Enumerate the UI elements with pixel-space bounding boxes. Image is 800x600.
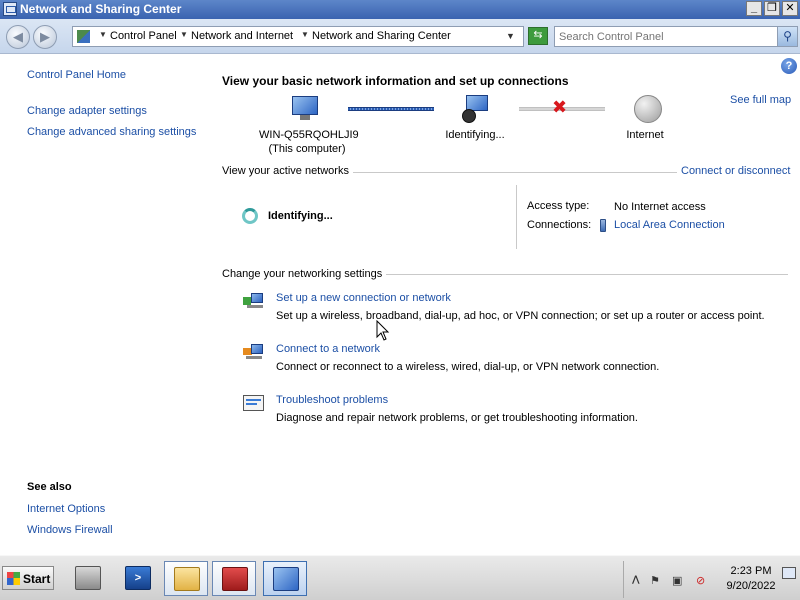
error-x-icon: ✖	[552, 97, 568, 117]
volume-muted-icon[interactable]: ⊘	[696, 574, 705, 587]
powershell-icon[interactable]: >	[116, 561, 160, 596]
identifying-label: Identifying...	[445, 129, 505, 141]
search-input[interactable]	[559, 29, 769, 44]
network-center-icon	[3, 2, 17, 16]
breadcrumb-network-sharing-center[interactable]: Network and Sharing Center	[312, 30, 451, 42]
connect-or-disconnect-link[interactable]: Connect or disconnect	[677, 165, 791, 177]
active-networks-heading: View your active networks	[222, 165, 353, 177]
toolbox-icon[interactable]	[212, 561, 256, 596]
mouse-cursor-icon	[376, 320, 390, 341]
explorer-icon[interactable]	[164, 561, 208, 596]
internet-options-link[interactable]: Internet Options	[27, 503, 105, 515]
control-panel-home-link[interactable]: Control Panel Home	[27, 69, 126, 81]
setup-new-connection-desc: Set up a wireless, broadband, dial-up, a…	[276, 310, 765, 322]
access-type-value: No Internet access	[614, 201, 706, 213]
chevron-right-icon[interactable]: ▼	[301, 30, 309, 39]
change-advanced-sharing-link[interactable]: Change advanced sharing settings	[27, 126, 196, 138]
maximize-button[interactable]: ❐	[764, 1, 780, 16]
computer-name-label: WIN-Q55RQOHLJI9	[259, 129, 359, 141]
computer-icon[interactable]	[290, 94, 322, 124]
search-icon[interactable]: ⚲	[777, 27, 797, 46]
busy-spinner-icon	[242, 208, 258, 224]
chevron-up-icon[interactable]: ⋀	[632, 574, 640, 585]
sidebar: Control Panel Home Change adapter settin…	[0, 55, 205, 555]
back-arrow-icon[interactable]: ◀	[6, 25, 30, 49]
breadcrumb-control-panel[interactable]: Control Panel	[110, 30, 177, 42]
divider	[516, 185, 517, 249]
internet-label: Internet	[626, 129, 664, 141]
address-bar[interactable]: ▼ Control Panel ▼ Network and Internet ▼…	[72, 26, 524, 47]
chevron-right-icon[interactable]: ▼	[99, 30, 107, 39]
see-also-heading: See also	[27, 481, 72, 493]
search-box[interactable]: ⚲	[554, 26, 798, 47]
network-identifying-status: Identifying...	[268, 210, 333, 222]
connect-network-icon[interactable]	[243, 343, 265, 363]
see-full-map-link[interactable]: See full map	[730, 94, 791, 106]
windows-flag-icon	[7, 572, 20, 585]
chevron-down-icon[interactable]: ▼	[506, 31, 515, 41]
access-type-label: Access type:	[527, 200, 590, 212]
new-connection-icon[interactable]	[243, 291, 265, 311]
clock-date: 9/20/2022	[726, 580, 776, 592]
server-manager-icon[interactable]	[66, 561, 110, 596]
breadcrumb-network-and-internet[interactable]: Network and Internet	[191, 30, 293, 42]
networking-settings-heading: Change your networking settings	[222, 268, 387, 280]
title-bar: Network and Sharing Center _ ❐ ✕	[0, 0, 800, 19]
network-center-icon[interactable]	[263, 561, 307, 596]
window-title: Network and Sharing Center	[20, 2, 182, 16]
system-tray: ⋀ ⚑ ▣ ⊘ 2:23 PM 9/20/2022	[623, 561, 800, 598]
clock[interactable]: 2:23 PM 9/20/2022	[720, 564, 782, 594]
setup-new-connection-link[interactable]: Set up a new connection or network	[276, 292, 451, 304]
troubleshoot-icon[interactable]	[243, 394, 265, 414]
page-heading: View your basic network information and …	[222, 74, 569, 88]
internet-globe-icon[interactable]	[632, 95, 664, 125]
action-center-flag-icon[interactable]: ⚑	[650, 574, 660, 587]
chevron-right-icon[interactable]: ▼	[180, 30, 188, 39]
refresh-button[interactable]: ⇆	[528, 27, 548, 45]
troubleshoot-problems-link[interactable]: Troubleshoot problems	[276, 394, 388, 406]
this-computer-label: (This computer)	[268, 143, 346, 155]
minimize-button[interactable]: _	[746, 1, 762, 16]
network-identifying-icon[interactable]	[462, 95, 494, 125]
connection-line	[348, 107, 434, 111]
taskbar: Start > ⋀ ⚑ ▣ ⊘ 2:23 PM 9/20/2022	[0, 555, 800, 600]
control-panel-icon	[77, 30, 90, 43]
connect-to-network-link[interactable]: Connect to a network	[276, 343, 380, 355]
close-button[interactable]: ✕	[782, 1, 798, 16]
change-adapter-settings-link[interactable]: Change adapter settings	[27, 105, 147, 117]
clock-time: 2:23 PM	[730, 565, 772, 577]
main-content: Control Panel Home Change adapter settin…	[0, 55, 800, 555]
connect-to-network-desc: Connect or reconnect to a wireless, wire…	[276, 361, 660, 373]
local-area-connection-link[interactable]: Local Area Connection	[614, 219, 725, 231]
network-cable-icon	[600, 219, 606, 232]
help-icon[interactable]: ?	[781, 58, 797, 74]
windows-firewall-link[interactable]: Windows Firewall	[27, 524, 113, 536]
show-desktop-icon[interactable]	[782, 567, 796, 579]
connections-label: Connections:	[527, 219, 592, 231]
start-button[interactable]: Start	[2, 566, 54, 590]
network-tray-icon[interactable]: ▣	[672, 574, 682, 587]
troubleshoot-problems-desc: Diagnose and repair network problems, or…	[276, 412, 638, 424]
start-label: Start	[23, 572, 51, 586]
navigation-bar: ◀ ▶ ▼ Control Panel ▼ Network and Intern…	[0, 19, 800, 54]
forward-arrow-icon[interactable]: ▶	[33, 25, 57, 49]
